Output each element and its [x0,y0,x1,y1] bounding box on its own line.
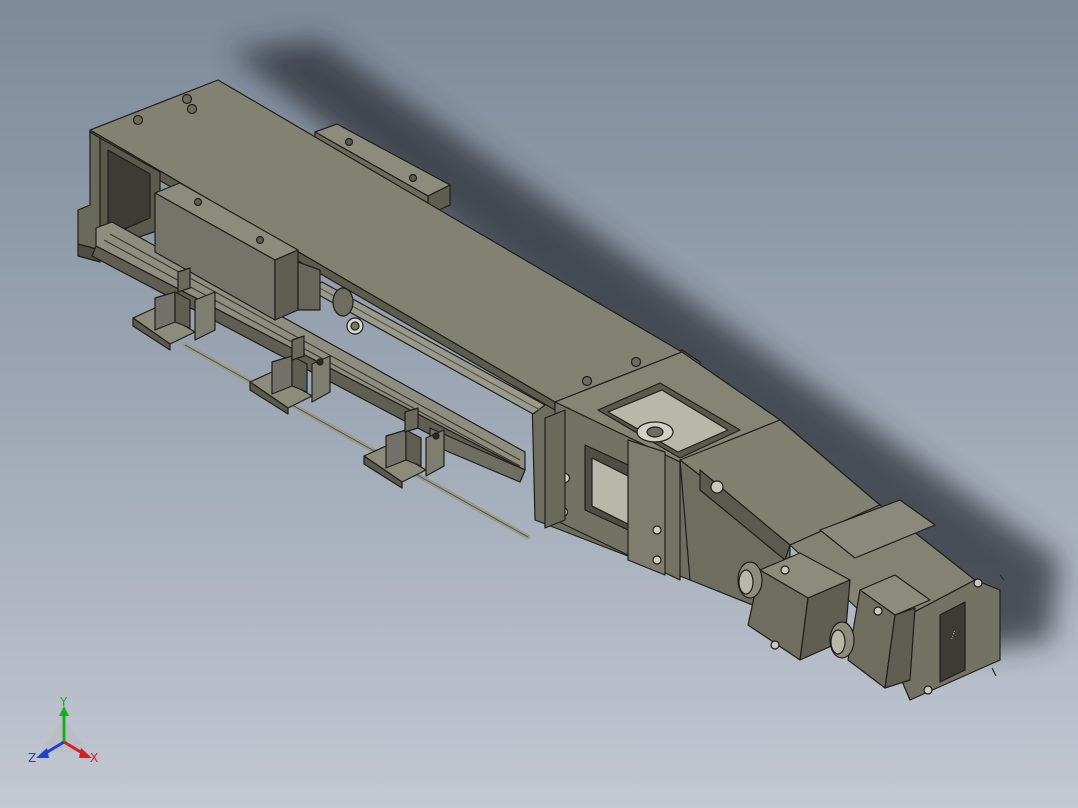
plate-hole [630,356,642,368]
y-axis-label: Y [59,696,68,709]
cad-model-view[interactable]: .... [0,0,1078,808]
x-axis-label: X [90,751,98,765]
z-axis-label: Z [28,751,36,765]
plate-hole [581,375,593,387]
plate-hole [186,103,198,115]
plate-hole [132,114,144,126]
graphics-viewport[interactable]: .... Y X Z [0,0,1078,808]
orientation-triad[interactable]: Y X Z [26,696,106,768]
linear-actuator-assembly[interactable]: .... [77,79,1005,701]
plate-hole [181,93,193,105]
